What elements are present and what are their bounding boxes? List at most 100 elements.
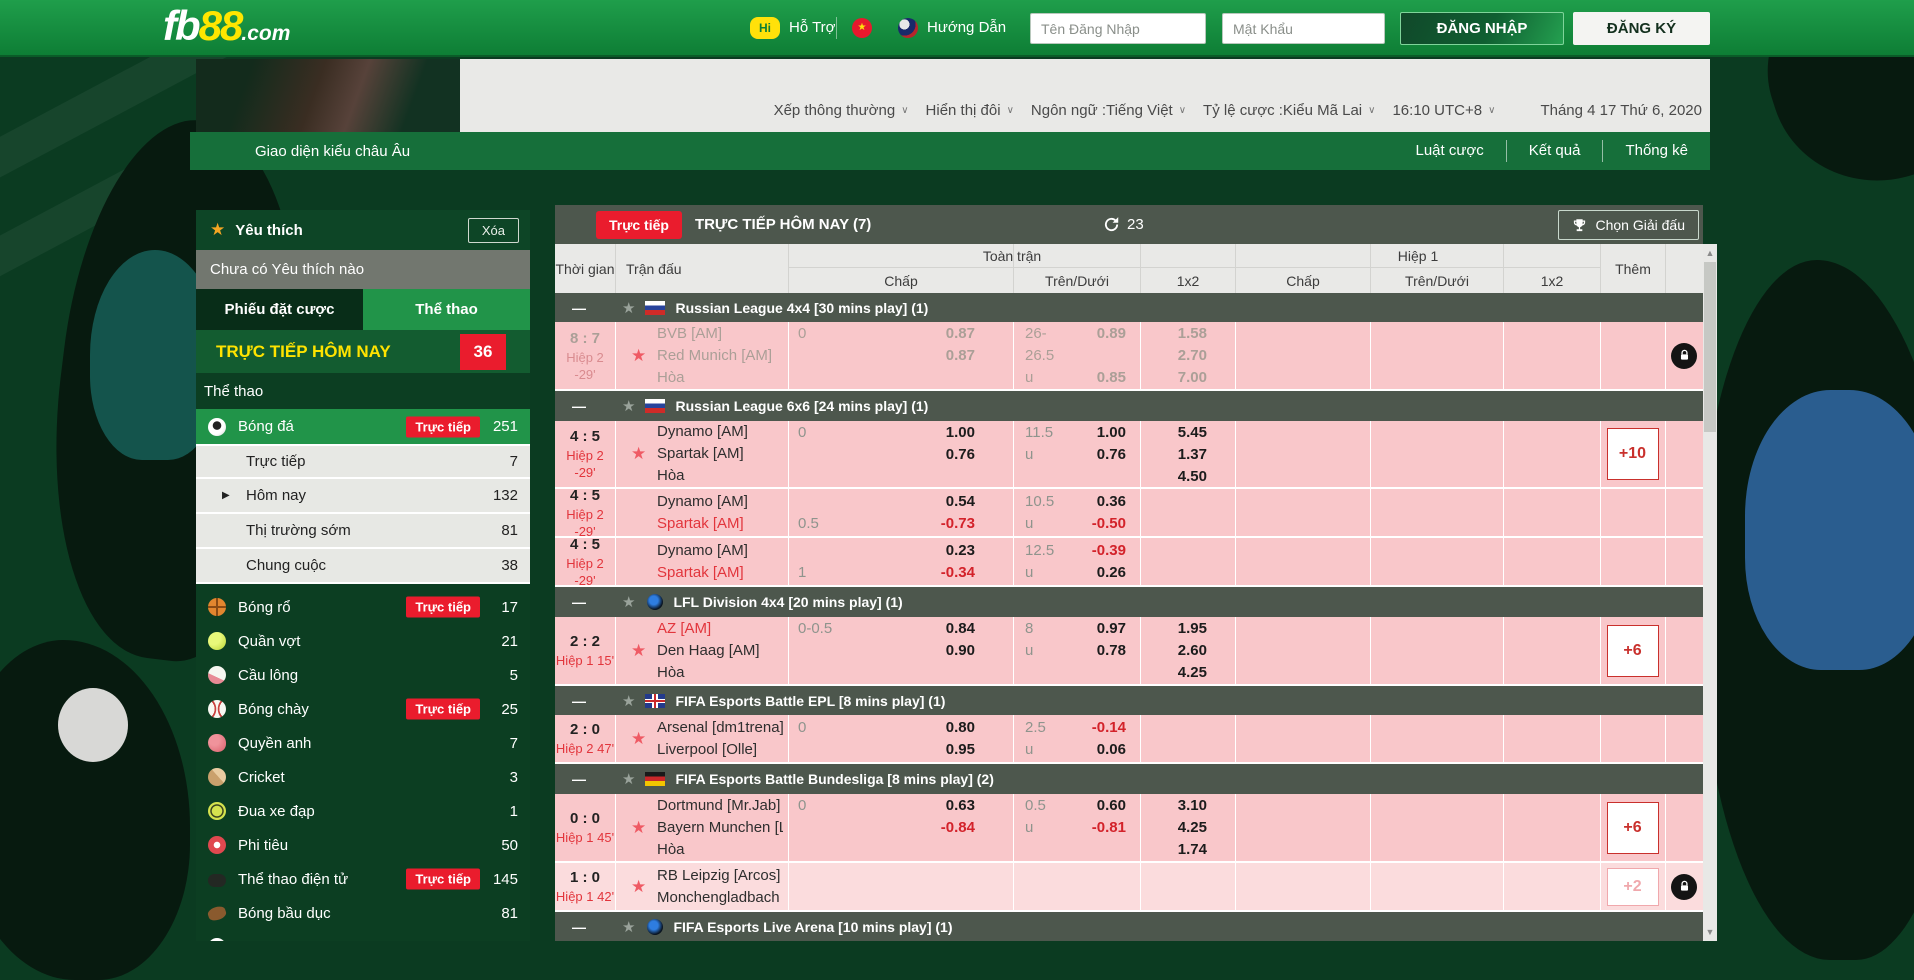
- league-star-icon[interactable]: ★: [622, 299, 635, 317]
- odd-value[interactable]: 3.10: [1178, 797, 1207, 814]
- odd-value[interactable]: 0.95: [946, 741, 975, 758]
- choose-league-button[interactable]: Chọn Giải đấu: [1558, 210, 1699, 240]
- sidebar-item-esports[interactable]: Thể thao điện tử Trực tiếp 145: [196, 862, 530, 896]
- scroll-down-arrow[interactable]: ▼: [1703, 923, 1717, 941]
- support-link[interactable]: Hi Hỗ Trợ: [750, 0, 836, 55]
- sidebar-item-cycling[interactable]: Đua xe đạp 1: [196, 794, 530, 828]
- match-row[interactable]: 4 : 5 Hiệp 2 -29' Dynamo [AM] Spartak [A…: [555, 538, 1703, 587]
- password-input[interactable]: [1222, 13, 1385, 44]
- vietnam-flag-icon[interactable]: ★: [852, 0, 872, 55]
- setting-odds-type[interactable]: Tỷ lệ cược :Kiểu Mã Lai∨: [1203, 102, 1375, 119]
- clear-favorites-button[interactable]: Xóa: [468, 218, 519, 243]
- live-today-banner[interactable]: TRỰC TIẾP HÔM NAY 36: [196, 330, 530, 373]
- odd-value[interactable]: 0.23: [946, 542, 975, 559]
- odd-value[interactable]: 1.74: [1178, 841, 1207, 858]
- sidebar-item-darts[interactable]: Phi tiêu 50: [196, 828, 530, 862]
- league-section-header[interactable]: — ★ LFL Division 4x4 [20 mins play] (1): [555, 587, 1703, 617]
- match-row[interactable]: 1 : 0 Hiệp 1 42' ★ RB Leipzig [Arcos] Mo…: [555, 863, 1703, 912]
- odd-value[interactable]: 0.60: [1097, 797, 1126, 814]
- sidebar-item-soccer-outright[interactable]: Chung cuộc 38: [196, 549, 530, 584]
- odd-value[interactable]: 0.36: [1097, 493, 1126, 510]
- sidebar-item-golf[interactable]: Golf: [196, 930, 530, 941]
- more-bets-button[interactable]: +2: [1607, 868, 1659, 906]
- match-row[interactable]: 2 : 2 Hiệp 1 15' ★ AZ [AM] Den Haag [AM]…: [555, 617, 1703, 686]
- odd-value[interactable]: -0.34: [941, 564, 975, 581]
- live-tab-button[interactable]: Trực tiếp: [596, 211, 682, 239]
- statistics-link[interactable]: Thống kê: [1602, 140, 1710, 162]
- league-star-icon[interactable]: ★: [622, 918, 635, 936]
- odd-value[interactable]: 2.60: [1178, 642, 1207, 659]
- collapse-icon[interactable]: —: [572, 300, 586, 316]
- sidebar-item-tennis[interactable]: Quần vợt 21: [196, 624, 530, 658]
- league-section-header[interactable]: — ★ FIFA Esports Battle EPL [8 mins play…: [555, 686, 1703, 715]
- odd-value[interactable]: 0.76: [946, 446, 975, 463]
- match-row[interactable]: 2 : 0 Hiệp 2 47' ★ Arsenal [dm1trena] Li…: [555, 715, 1703, 764]
- sidebar-item-basketball[interactable]: Bóng rổ Trực tiếp 17: [196, 590, 530, 624]
- league-star-icon[interactable]: ★: [622, 397, 635, 415]
- sidebar-item-rugby[interactable]: Bóng bầu dục 81: [196, 896, 530, 930]
- match-row[interactable]: 4 : 5 Hiệp 2 -29' ★ Dynamo [AM] Spartak …: [555, 421, 1703, 489]
- odd-value[interactable]: -0.39: [1092, 542, 1126, 559]
- setting-timezone[interactable]: 16:10 UTC+8∨: [1392, 102, 1495, 119]
- favorite-star-icon[interactable]: ★: [631, 444, 646, 464]
- odd-value[interactable]: 0.87: [946, 347, 975, 364]
- results-link[interactable]: Kết quả: [1506, 140, 1603, 162]
- league-section-header[interactable]: — ★ FIFA Esports Live Arena [10 mins pla…: [555, 912, 1703, 941]
- odd-value[interactable]: 0.76: [1097, 446, 1126, 463]
- odd-value[interactable]: 0.84: [946, 620, 975, 637]
- sidebar-item-soccer-live[interactable]: Trực tiếp 7: [196, 444, 530, 479]
- odd-value[interactable]: 1.95: [1178, 620, 1207, 637]
- odd-value[interactable]: 4.50: [1178, 468, 1207, 485]
- scroll-up-arrow[interactable]: ▲: [1703, 244, 1717, 262]
- collapse-icon[interactable]: —: [572, 919, 586, 935]
- sidebar-item-soccer[interactable]: Bóng đá Trực tiếp 251: [196, 409, 530, 444]
- odd-value[interactable]: 0.06: [1097, 741, 1126, 758]
- odd-value[interactable]: 4.25: [1178, 819, 1207, 836]
- match-row[interactable]: 4 : 5 Hiệp 2 -29' Dynamo [AM] Spartak [A…: [555, 489, 1703, 538]
- favorite-star-icon[interactable]: ★: [631, 641, 646, 661]
- odd-value[interactable]: 4.25: [1178, 664, 1207, 681]
- league-section-header[interactable]: — ★ FIFA Esports Battle Bundesliga [8 mi…: [555, 764, 1703, 794]
- username-input[interactable]: [1030, 13, 1206, 44]
- league-star-icon[interactable]: ★: [622, 593, 635, 611]
- favorite-star-icon[interactable]: ★: [631, 346, 646, 366]
- league-star-icon[interactable]: ★: [622, 770, 635, 788]
- match-row[interactable]: 0 : 0 Hiệp 1 45' ★ Dortmund [Mr.Jab] Bay…: [555, 794, 1703, 863]
- odd-value[interactable]: -0.81: [1092, 819, 1126, 836]
- league-section-header[interactable]: — ★ Russian League 6x6 [24 mins play] (1…: [555, 391, 1703, 421]
- odd-value[interactable]: 1.00: [1097, 424, 1126, 441]
- league-star-icon[interactable]: ★: [622, 692, 635, 710]
- refresh-control[interactable]: 23: [1103, 216, 1144, 233]
- login-button[interactable]: ĐĂNG NHẬP: [1400, 12, 1564, 45]
- favorite-star-icon[interactable]: ★: [631, 877, 646, 897]
- sidebar-item-soccer-early-market[interactable]: Thị trường sớm 81: [196, 514, 530, 549]
- league-section-header[interactable]: — ★ Russian League 4x4 [30 mins play] (1…: [555, 293, 1703, 322]
- tab-sports[interactable]: Thể thao: [363, 289, 530, 330]
- collapse-icon[interactable]: —: [572, 398, 586, 414]
- register-button[interactable]: ĐĂNG KÝ: [1573, 12, 1710, 45]
- scrollbar-thumb[interactable]: [1704, 262, 1716, 432]
- sidebar-item-soccer-today[interactable]: ▶ Hôm nay 132: [196, 479, 530, 514]
- sidebar-item-baseball[interactable]: Bóng chày Trực tiếp 25: [196, 692, 530, 726]
- main-scrollbar[interactable]: ▲ ▼: [1703, 244, 1717, 941]
- odd-value[interactable]: 7.00: [1178, 369, 1207, 386]
- sidebar-item-boxing[interactable]: Quyền anh 7: [196, 726, 530, 760]
- fb88-logo[interactable]: fb88.com: [163, 2, 290, 50]
- setting-display[interactable]: Hiển thị đôi∨: [926, 102, 1014, 119]
- match-row[interactable]: 8 : 7 Hiệp 2 -29' ★ BVB [AM] Red Munich …: [555, 322, 1703, 391]
- odd-value[interactable]: -0.73: [941, 515, 975, 532]
- guide-link[interactable]: Hướng Dẫn: [898, 0, 1006, 55]
- odd-value[interactable]: -0.50: [1092, 515, 1126, 532]
- collapse-icon[interactable]: —: [572, 693, 586, 709]
- odd-value[interactable]: -0.84: [941, 819, 975, 836]
- collapse-icon[interactable]: —: [572, 771, 586, 787]
- odd-value[interactable]: 1.37: [1178, 446, 1207, 463]
- odd-value[interactable]: 0.26: [1097, 564, 1126, 581]
- odd-value[interactable]: 0.90: [946, 642, 975, 659]
- setting-language[interactable]: Ngôn ngữ :Tiếng Việt∨: [1031, 102, 1186, 119]
- odd-value[interactable]: 0.63: [946, 797, 975, 814]
- odd-value[interactable]: 0.87: [946, 325, 975, 342]
- favorite-star-icon[interactable]: ★: [631, 818, 646, 838]
- odd-value[interactable]: 0.85: [1097, 369, 1126, 386]
- odd-value[interactable]: 0.54: [946, 493, 975, 510]
